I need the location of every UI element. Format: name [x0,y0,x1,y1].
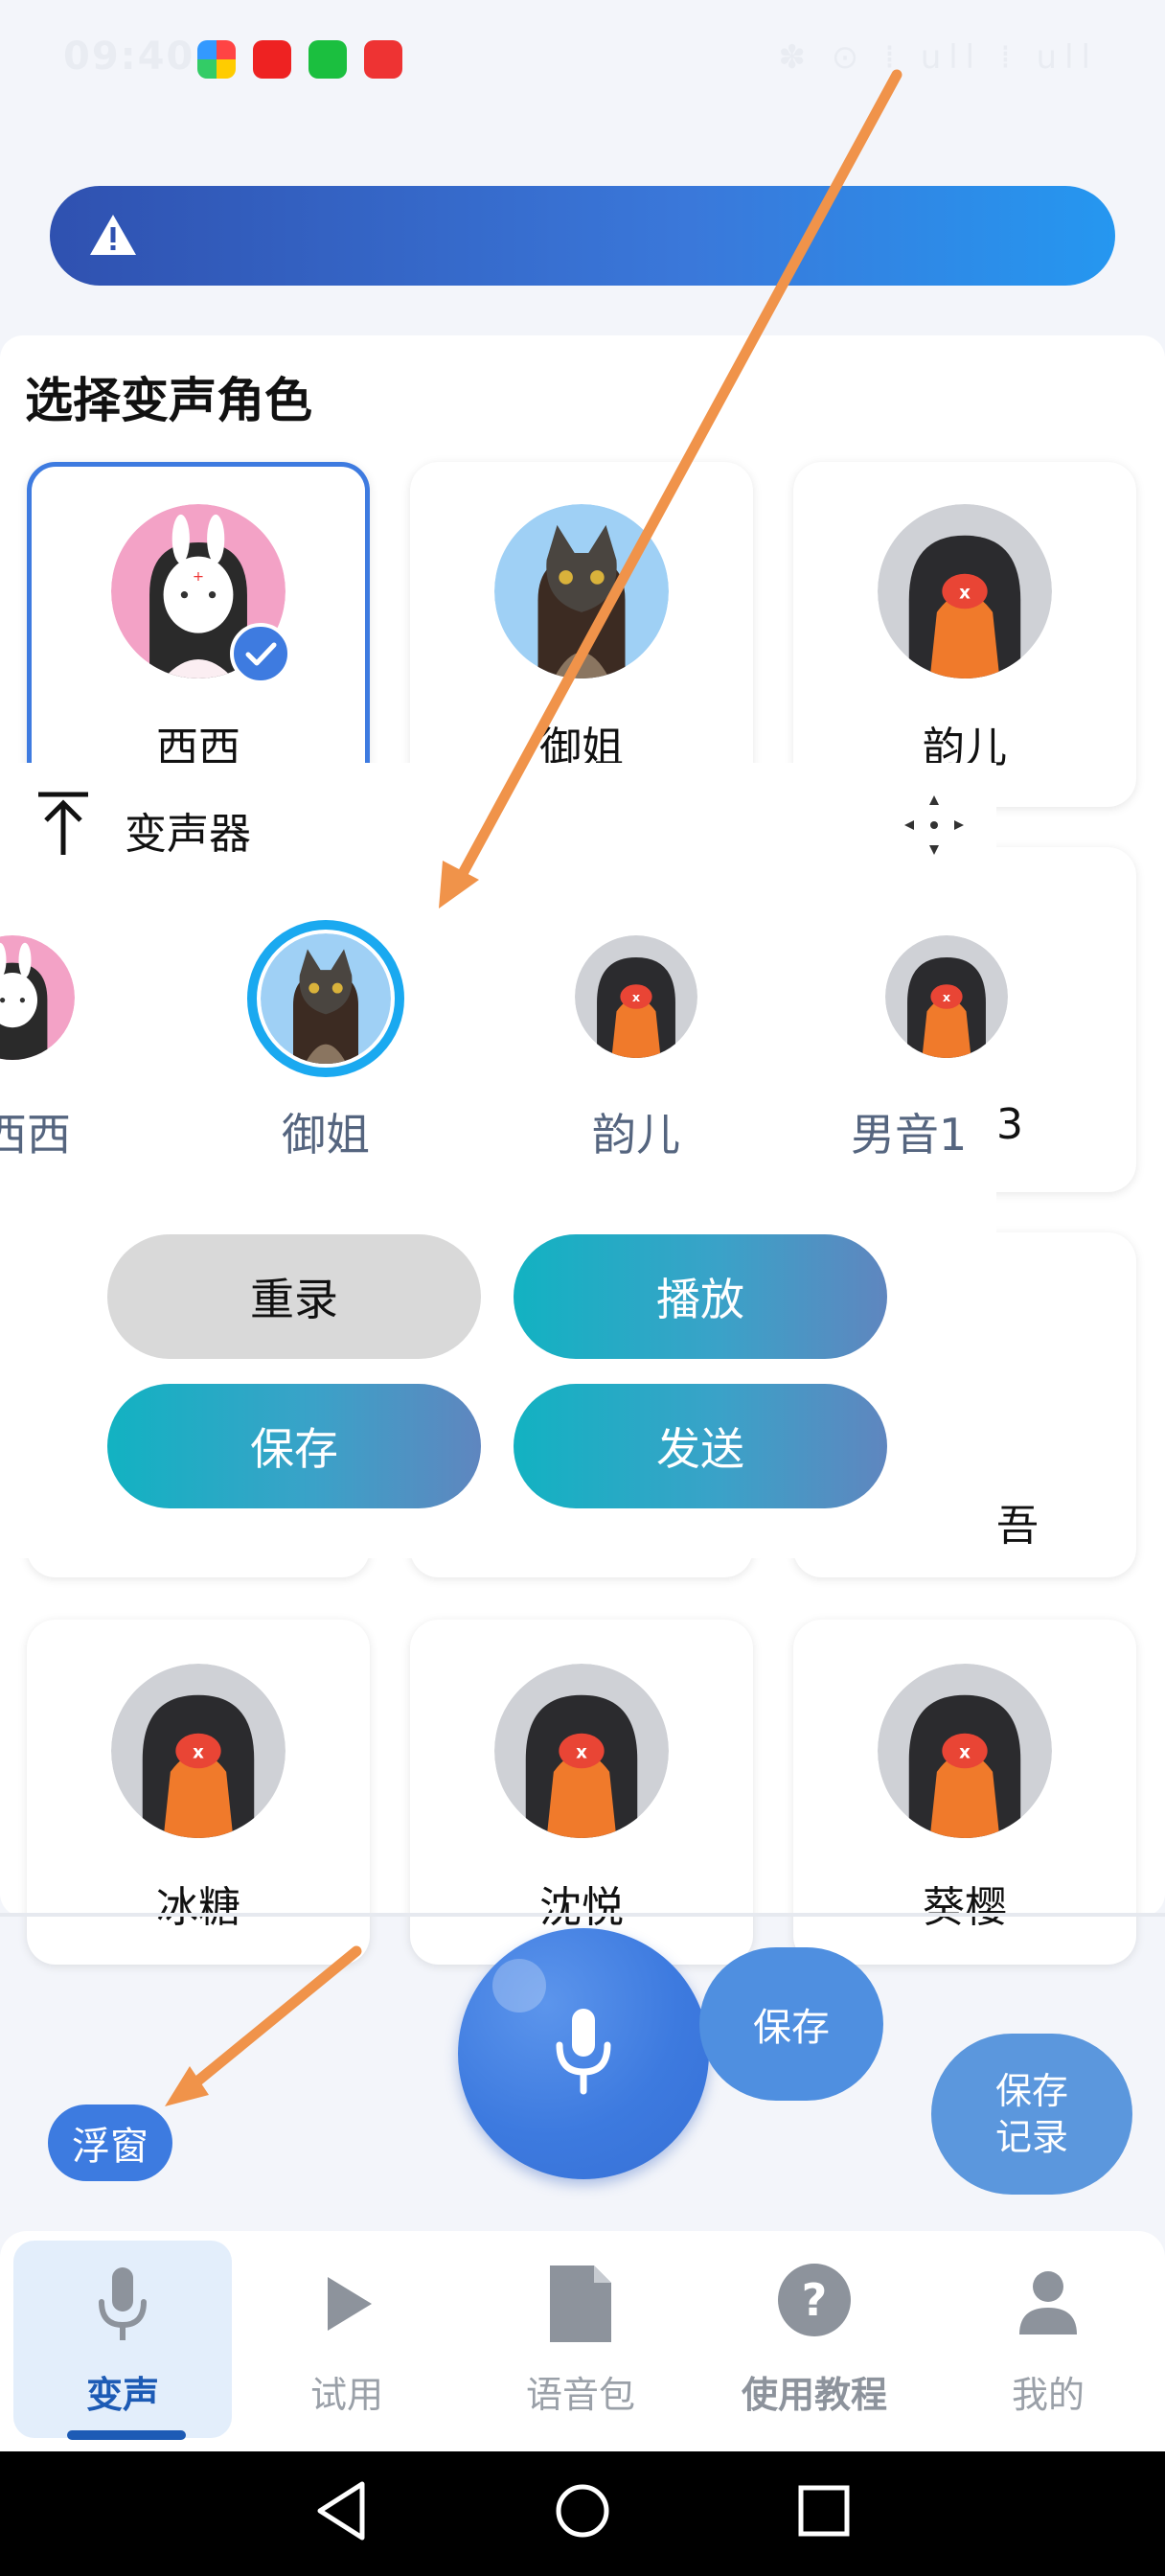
float-voice-name: 男音1 [851,1109,968,1161]
wechat-icon [308,40,347,79]
recents-icon[interactable] [797,2484,851,2542]
warning-icon [88,213,138,261]
partial-role-name: 3 [996,1100,1023,1149]
cat-mask-avatar [494,504,669,678]
hooded-avatar: x [878,504,1052,678]
tab-label: 使用教程 [741,2374,887,2416]
help-icon: ? [776,2262,853,2342]
app-icon-2 [253,40,291,79]
svg-text:x: x [193,1742,204,1762]
app-icon-1 [197,40,236,79]
save-button[interactable]: 保存 [107,1384,481,1508]
card-divider [0,1913,1165,1917]
save-float-button[interactable]: 保存 [699,1947,883,2101]
status-time: 09:40 [63,34,195,79]
play-icon [322,2273,376,2338]
tab-voice-pack[interactable]: 语音包 [471,2241,690,2438]
hooded-avatar[interactable]: x [575,935,697,1058]
float-voice-name: 韵儿 [592,1109,680,1161]
role-name: 葵樱 [923,1883,1007,1932]
role-name: 冰糖 [156,1883,240,1932]
role-name: 沈悦 [539,1883,624,1932]
float-window-button[interactable]: 浮窗 [48,2104,172,2181]
file-icon [546,2262,615,2350]
hooded-avatar[interactable]: x [885,935,1008,1058]
home-icon[interactable] [554,2482,611,2543]
hooded-avatar: x [494,1664,669,1838]
play-button[interactable]: 播放 [514,1234,887,1359]
partial-role-name: 吾 [996,1502,1039,1551]
tab-label: 我的 [1011,2374,1085,2416]
tab-tutorial[interactable]: ? 使用教程 [705,2241,924,2438]
float-panel-title: 变声器 [125,810,251,859]
card-title: 选择变声角色 [25,373,312,428]
mic-highlight [492,1959,546,2012]
selected-check-icon [230,623,291,684]
tab-label: 试用 [309,2374,383,2416]
svg-text:x: x [632,991,641,1005]
annotation-arrowhead-bottom [165,2066,209,2106]
back-icon[interactable] [312,2480,370,2545]
svg-text:x: x [576,1742,587,1762]
tab-voice-change[interactable]: 变声 [13,2241,232,2438]
tab-mine[interactable]: 我的 [939,2241,1157,2438]
microphone-icon [550,2003,617,2103]
svg-text:x: x [959,583,971,603]
rerecord-button[interactable]: 重录 [107,1234,481,1359]
move-drag-icon[interactable] [901,792,968,862]
notice-banner[interactable] [50,186,1115,286]
send-button[interactable]: 发送 [514,1384,887,1508]
collapse-up-icon[interactable] [34,790,92,861]
save-record-button[interactable]: 保存 记录 [931,2034,1132,2195]
huawei-icon [364,40,402,79]
annotation-arrow-bottom [182,1945,362,2095]
svg-text:?: ? [802,2274,828,2326]
save-record-label-1: 保存 [994,2070,1068,2112]
float-voice-name: 御姐 [282,1109,370,1161]
status-indicators: ✽ ⊙ ⁞ ull ⁞ ull [778,38,1098,77]
tab-trial[interactable]: 试用 [238,2241,456,2438]
save-record-label-2: 记录 [994,2116,1068,2158]
record-mic-button[interactable] [458,1928,709,2179]
system-nav-bar [0,2451,1165,2576]
svg-text:x: x [959,1742,971,1762]
hooded-avatar: x [878,1664,1052,1838]
microphone-icon [94,2266,151,2348]
status-bar: 09:40 ✽ ⊙ ⁞ ull ⁞ ull [0,0,1165,115]
tab-active-indicator [67,2430,186,2440]
hooded-avatar: x [111,1664,286,1838]
tab-label: 语音包 [525,2374,635,2416]
float-voice-name: 西西 [0,1109,71,1161]
tab-label: 变声 [85,2374,159,2416]
cat-mask-avatar [261,933,391,1064]
person-icon [1017,2269,1079,2340]
svg-text:x: x [943,991,951,1005]
svg-text:+: + [193,568,204,585]
